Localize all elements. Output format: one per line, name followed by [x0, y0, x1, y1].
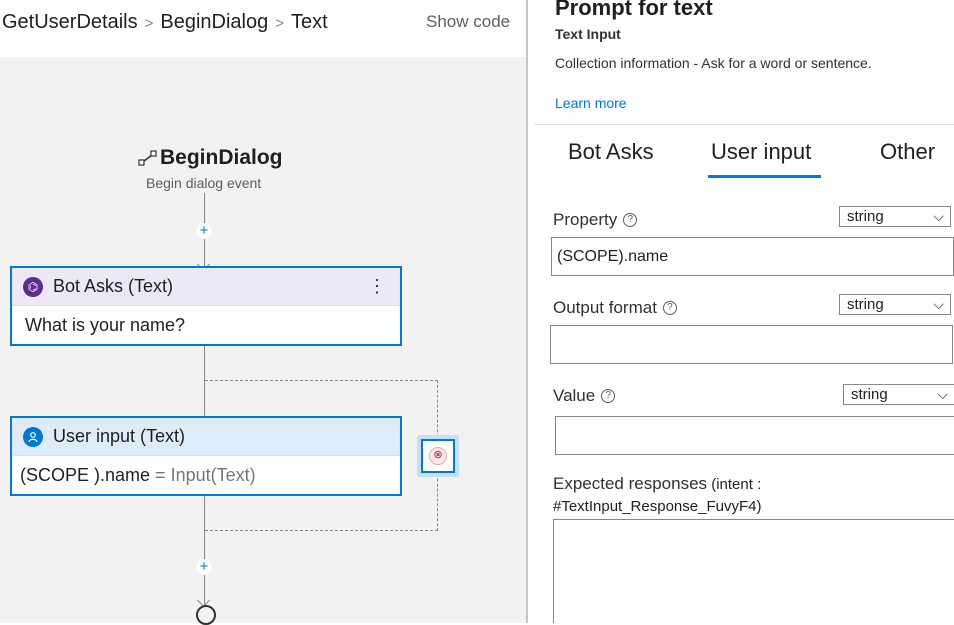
bot-asks-title: Bot Asks (Text) — [53, 276, 174, 296]
panel-separator — [534, 124, 954, 125]
begin-dialog-node[interactable]: BeginDialog Begin dialog event — [138, 146, 298, 191]
begin-dialog-title: BeginDialog — [160, 146, 283, 169]
property-label: Property? — [553, 210, 638, 230]
value-label: Value? — [553, 386, 616, 406]
bot-asks-body: What is your name? — [12, 305, 400, 344]
user-icon — [23, 426, 43, 447]
learn-more-link[interactable]: Learn more — [555, 95, 627, 111]
bot-asks-card[interactable]: ⌬ Bot Asks (Text) ⋮ What is your name? — [10, 266, 402, 346]
property-type-select[interactable]: string ⌵ — [839, 206, 951, 227]
user-input-header: User input (Text) — [12, 418, 400, 455]
user-input-body: (SCOPE ).name = Input(Text) — [12, 455, 400, 494]
intent-id: #TextInput_Response_FuvyF4) — [553, 498, 762, 515]
chevron-right-icon: > — [275, 15, 284, 32]
intent-prefix: (intent : — [707, 476, 762, 493]
output-format-label: Output format? — [553, 298, 677, 318]
loop-connector-bottom — [205, 530, 438, 531]
user-input-title: User input (Text) — [53, 426, 186, 446]
more-options-icon[interactable]: ⋮ — [368, 276, 386, 297]
panel-description: Collection information - Ask for a word … — [555, 55, 872, 71]
output-format-type-select[interactable]: string ⌵ — [839, 294, 951, 315]
help-icon[interactable]: ? — [623, 213, 638, 227]
tab-bot-asks[interactable]: Bot Asks — [568, 139, 654, 165]
expected-responses-label: Expected responses (intent : — [553, 474, 762, 493]
add-node-button[interactable]: + — [196, 223, 212, 239]
chevron-down-icon: ⌵ — [933, 208, 944, 224]
loop-connector-top — [205, 380, 438, 381]
expected-responses-editor[interactable] — [553, 519, 954, 623]
begin-dialog-subtitle: Begin dialog event — [146, 175, 262, 191]
user-input-card[interactable]: User input (Text) (SCOPE ).name = Input(… — [10, 416, 402, 496]
breadcrumb: GetUserDetails > BeginDialog > Text — [2, 11, 328, 34]
add-node-button[interactable]: + — [196, 559, 212, 575]
panel-subtitle: Text Input — [555, 26, 621, 42]
output-format-input[interactable] — [550, 325, 953, 364]
tab-user-input[interactable]: User input — [711, 139, 811, 165]
validation-error-node[interactable]: ⊗ — [417, 435, 459, 477]
trigger-icon — [138, 150, 157, 166]
input-expression: Input(Text) — [170, 464, 256, 485]
property-expression: (SCOPE ).name — [20, 464, 151, 485]
properties-panel: Prompt for text Text Input Collection in… — [528, 0, 954, 623]
breadcrumb-item-dialog[interactable]: GetUserDetails — [2, 11, 138, 33]
panel-title: Prompt for text — [555, 0, 713, 20]
help-icon[interactable]: ? — [662, 301, 677, 315]
assignment-operator: = — [150, 464, 171, 485]
authoring-canvas-pane: GetUserDetails > BeginDialog > Text Show cod… — [0, 0, 526, 625]
show-code-button[interactable]: Show code — [426, 12, 510, 32]
chevron-down-icon: ⌵ — [933, 296, 944, 312]
property-input[interactable]: (SCOPE).name — [551, 237, 954, 276]
chevron-right-icon: > — [144, 15, 154, 32]
tab-other[interactable]: Other — [880, 139, 935, 165]
value-type-select[interactable]: string ⌵ — [843, 384, 954, 405]
end-of-flow-icon — [196, 605, 216, 625]
breadcrumb-item-trigger[interactable]: BeginDialog — [160, 11, 268, 33]
value-input[interactable] — [555, 416, 954, 455]
chevron-down-icon: ⌵ — [937, 386, 948, 402]
error-icon: ⊗ — [429, 447, 447, 465]
active-tab-indicator — [708, 175, 821, 178]
flow-connector — [204, 496, 205, 606]
help-icon[interactable]: ? — [601, 389, 616, 403]
flow-connector — [204, 346, 205, 416]
bot-asks-header: ⌬ Bot Asks (Text) ⋮ — [12, 268, 400, 305]
breadcrumb-item-action[interactable]: Text — [291, 11, 328, 33]
bot-icon: ⌬ — [23, 276, 43, 297]
